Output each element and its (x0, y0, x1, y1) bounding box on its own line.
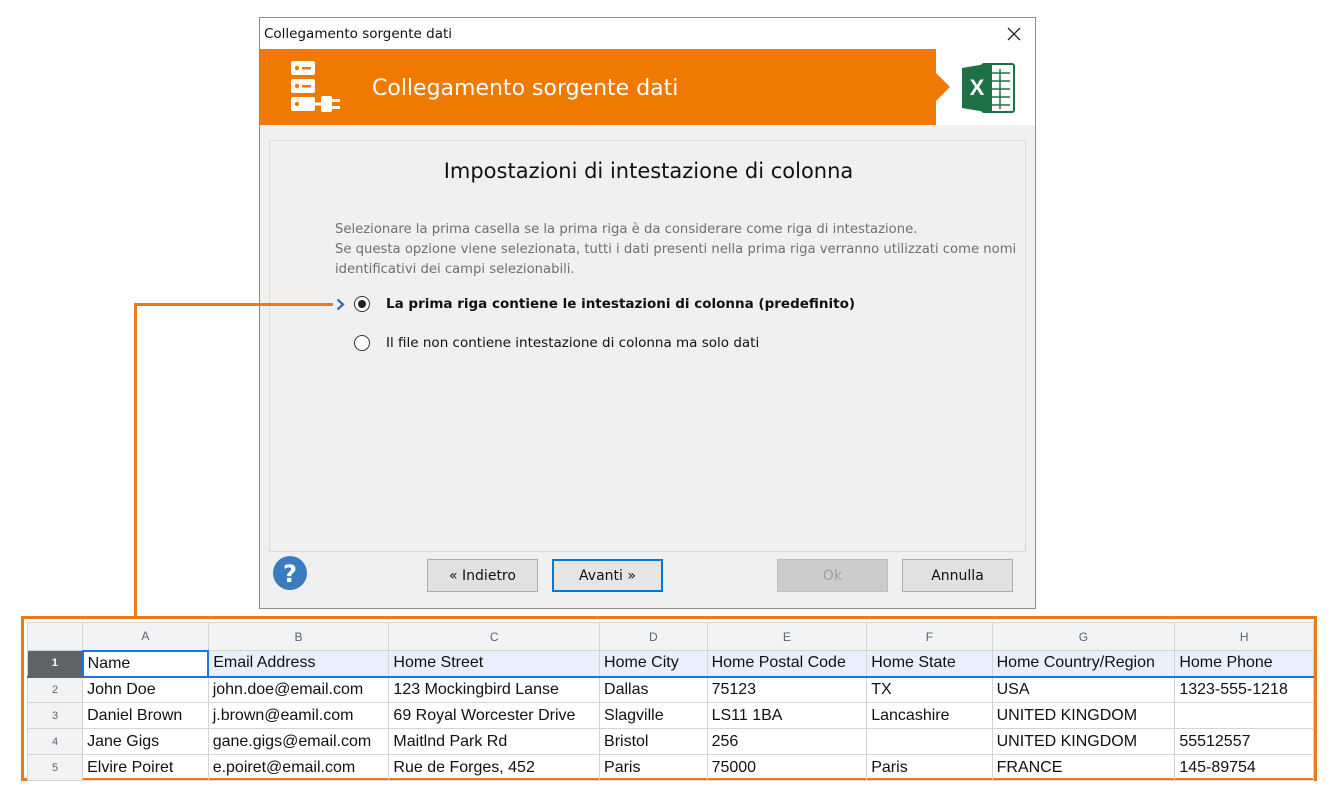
banner: Collegamento sorgente dati (260, 49, 936, 125)
row-number[interactable]: 5 (26, 754, 84, 781)
ok-button[interactable]: Ok (777, 559, 888, 592)
close-icon (1007, 27, 1021, 41)
cell[interactable]: Home Phone (1174, 650, 1314, 678)
column-header-f[interactable]: F (866, 622, 993, 651)
cell[interactable]: UNITED KINGDOM (991, 702, 1176, 729)
cell[interactable]: 123 Mockingbird Lanse (388, 676, 601, 703)
cell[interactable]: Paris (599, 754, 708, 781)
close-button[interactable] (1001, 21, 1027, 47)
banner-area: Collegamento sorgente dati X (260, 49, 1035, 125)
cell[interactable] (1174, 702, 1314, 729)
column-header-b[interactable]: B (207, 622, 390, 651)
column-header-row: A B C D E F G H (26, 622, 1314, 651)
radio-data-only[interactable] (354, 335, 370, 351)
section-heading: Impostazioni di intestazione di colonna (443, 159, 854, 183)
column-header-d[interactable]: D (599, 622, 708, 651)
banner-title: Collegamento sorgente dati (372, 76, 679, 101)
cell[interactable]: 1323-555-1218 (1174, 676, 1314, 703)
row-number[interactable]: 2 (26, 676, 84, 703)
cell[interactable]: 75000 (706, 754, 868, 781)
description-line: identificativi dei campi selezionabili. (335, 262, 575, 277)
row-number[interactable]: 3 (26, 702, 84, 729)
description-line: Se questa opzione viene selezionata, tut… (335, 242, 1017, 257)
data-source-dialog: Collegamento sorgente dati Collegamento … (259, 17, 1036, 609)
cell[interactable]: 256 (706, 728, 868, 755)
cell[interactable]: John Doe (82, 676, 209, 703)
content-panel: Impostazioni di intestazione di colonna … (269, 140, 1026, 552)
table-row: 4 Jane Gigs gane.gigs@email.com Maitlnd … (26, 728, 1314, 755)
cell[interactable]: 75123 (706, 676, 868, 703)
table-row: 5 Elvire Poiret e.poiret@email.com Rue d… (26, 754, 1314, 781)
svg-text:X: X (970, 75, 985, 100)
spreadsheet-grid: A B C D E F G H 1 Name Email Address Hom… (26, 622, 1314, 781)
connector-line (134, 303, 137, 617)
cell[interactable]: Bristol (599, 728, 708, 755)
description-line: Selezionare la prima casella se la prima… (335, 222, 918, 237)
svg-text:?: ? (283, 560, 297, 588)
cell[interactable]: Home Postal Code (706, 650, 868, 678)
spreadsheet-preview: A B C D E F G H 1 Name Email Address Hom… (21, 616, 1317, 781)
cell[interactable] (866, 728, 993, 755)
cancel-button[interactable]: Annulla (902, 559, 1013, 592)
window-title: Collegamento sorgente dati (264, 26, 453, 42)
cell[interactable]: Elvire Poiret (82, 754, 209, 781)
connector-line (134, 303, 333, 306)
cell[interactable]: Home City (599, 650, 708, 678)
column-header-a[interactable]: A (82, 622, 209, 651)
table-row: 3 Daniel Brown j.brown@eamil.com 69 Roya… (26, 702, 1314, 729)
cell[interactable]: e.poiret@email.com (207, 754, 390, 781)
cell[interactable]: Lancashire (866, 702, 993, 729)
cell[interactable]: 69 Royal Worcester Drive (388, 702, 601, 729)
cell[interactable]: Jane Gigs (82, 728, 209, 755)
option-header-row[interactable]: La prima riga contiene le intestazioni d… (336, 293, 855, 315)
chevron-right-icon (336, 298, 354, 311)
next-button[interactable]: Avanti » (552, 559, 663, 592)
cell[interactable]: TX (866, 676, 993, 703)
option-label: Il file non contiene intestazione di col… (386, 335, 760, 351)
cell[interactable]: Dallas (599, 676, 708, 703)
cell[interactable]: Rue de Forges, 452 (388, 754, 601, 781)
help-icon[interactable]: ? (272, 555, 308, 591)
title-bar: Collegamento sorgente dati (260, 18, 1035, 49)
cell[interactable]: 145-89754 (1174, 754, 1314, 781)
back-button[interactable]: « Indietro (427, 559, 538, 592)
select-all-corner[interactable] (26, 622, 84, 651)
row-number[interactable]: 1 (26, 650, 84, 678)
table-row: 1 Name Email Address Home Street Home Ci… (26, 649, 1314, 678)
option-label: La prima riga contiene le intestazioni d… (386, 296, 856, 312)
database-plug-icon (291, 61, 340, 112)
cell[interactable]: Name (81, 649, 210, 678)
column-header-e[interactable]: E (706, 622, 868, 651)
banner-notch (936, 73, 950, 101)
cell[interactable]: FRANCE (991, 754, 1176, 781)
cell[interactable]: Maitlnd Park Rd (388, 728, 601, 755)
description-text: Selezionare la prima casella se la prima… (335, 220, 1020, 280)
excel-icon: X (962, 63, 1015, 113)
cell[interactable]: LS11 1BA (706, 702, 868, 729)
cell[interactable]: gane.gigs@email.com (207, 728, 390, 755)
cell[interactable]: Slagville (599, 702, 708, 729)
radio-header-row[interactable] (354, 296, 370, 312)
row-number[interactable]: 4 (26, 728, 84, 755)
column-header-h[interactable]: H (1174, 622, 1314, 651)
cell[interactable]: j.brown@eamil.com (207, 702, 390, 729)
cell[interactable]: USA (991, 676, 1176, 703)
cell[interactable]: john.doe@email.com (207, 676, 390, 703)
cell[interactable]: Home Street (388, 650, 601, 678)
cell[interactable]: 55512557 (1174, 728, 1314, 755)
cell[interactable]: Daniel Brown (82, 702, 209, 729)
column-header-g[interactable]: G (991, 622, 1176, 651)
table-row: 2 John Doe john.doe@email.com 123 Mockin… (26, 676, 1314, 703)
cell[interactable]: UNITED KINGDOM (991, 728, 1176, 755)
cell[interactable]: Home Country/Region (991, 650, 1176, 678)
column-header-c[interactable]: C (388, 622, 601, 651)
cell[interactable]: Home State (866, 650, 993, 678)
cell[interactable]: Email Address (207, 650, 390, 678)
cell[interactable]: Paris (866, 754, 993, 781)
option-data-only[interactable]: Il file non contiene intestazione di col… (336, 332, 759, 354)
